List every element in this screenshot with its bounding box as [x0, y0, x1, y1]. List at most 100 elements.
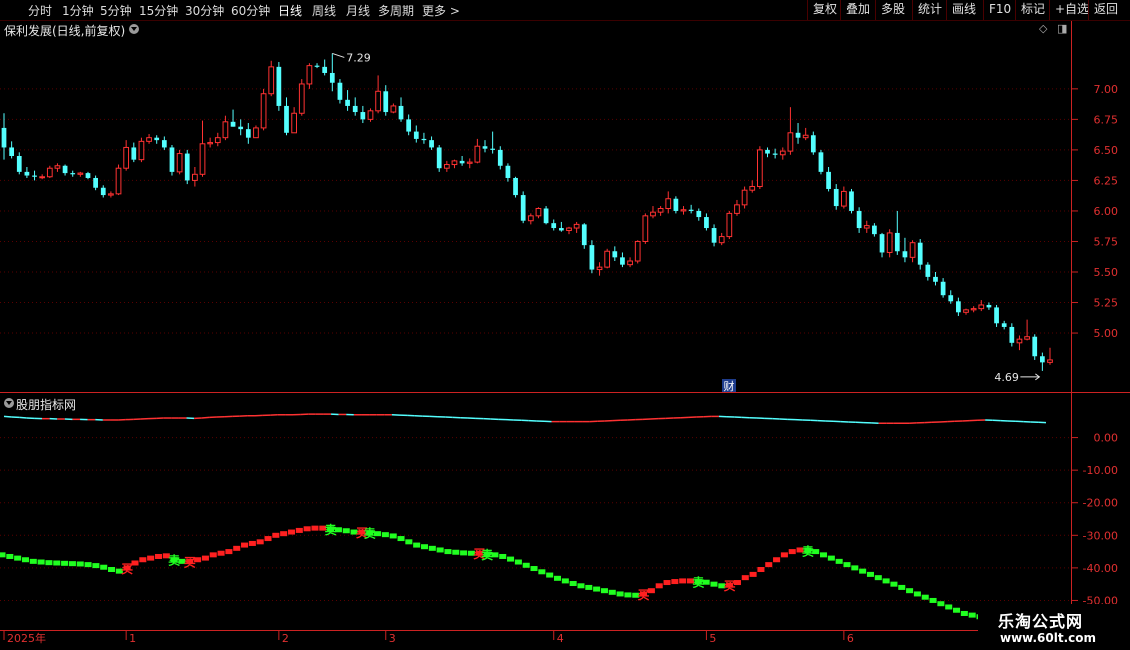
timeframe-2[interactable]: 5分钟: [100, 2, 132, 19]
toolbar-button-0[interactable]: 复权: [807, 0, 842, 20]
candle-body: [863, 225, 870, 229]
candle-body: [322, 66, 328, 73]
candle-body: [24, 171, 30, 176]
timeframe-7[interactable]: 周线: [312, 2, 336, 19]
candle-body: [573, 223, 580, 229]
ind-trend-block: [413, 542, 421, 548]
candle-body: [718, 236, 725, 244]
candle-body: [802, 134, 809, 139]
candle-body: [978, 304, 985, 310]
x-tick-label: 3: [389, 632, 396, 645]
candle-body: [146, 137, 152, 142]
candle-body: [1039, 356, 1045, 363]
ind-trend-block: [765, 562, 773, 568]
ind-trend-block: [29, 558, 37, 564]
candle-body: [886, 232, 893, 253]
ind-trend-block: [241, 542, 249, 548]
candle-body: [925, 264, 931, 277]
toolbar-button-1[interactable]: 叠加: [840, 0, 875, 20]
ind-upper-segment: [19, 416, 27, 419]
toolbar-button-6[interactable]: 标记: [1015, 0, 1050, 20]
diamond-icon[interactable]: ◇: [1039, 22, 1047, 35]
ind-trend-block: [780, 552, 788, 558]
candle-body: [741, 189, 748, 206]
candle-body: [291, 112, 297, 134]
ind-trend-block: [84, 562, 92, 568]
candle-body: [451, 160, 458, 166]
timeframe-4[interactable]: 30分钟: [185, 2, 224, 19]
timeframe-0[interactable]: 分时: [28, 2, 52, 19]
candle-body: [933, 276, 938, 282]
candle-body: [589, 245, 595, 270]
ind-trend-block: [45, 560, 53, 566]
candle-body: [490, 148, 496, 150]
ind-trend-block: [530, 566, 538, 572]
stock-menu-icon[interactable]: [129, 24, 139, 34]
ind-trend-block: [929, 597, 937, 603]
ind-tick-label: -30.00: [1083, 529, 1118, 542]
candle-body: [154, 137, 160, 141]
ind-trend-block: [906, 588, 914, 594]
ind-trend-block: [460, 550, 468, 556]
candle-body: [245, 129, 251, 138]
toolbar-button-2[interactable]: 多股: [875, 0, 910, 20]
panel-icon[interactable]: ◨: [1057, 22, 1067, 35]
candle-body: [711, 228, 717, 243]
x-tick-label: 4: [557, 632, 564, 645]
timeframe-9[interactable]: 多周期: [378, 2, 414, 19]
y-tick-label: 7.00: [1094, 83, 1119, 96]
candle-body: [253, 127, 259, 139]
ind-trend-block: [217, 550, 225, 556]
timeframe-10[interactable]: 更多: [422, 2, 460, 19]
candle-body: [917, 242, 923, 265]
buy-signal: 买: [121, 562, 133, 576]
candle-body: [772, 153, 778, 155]
candle-body: [413, 131, 419, 139]
ind-trend-block: [546, 572, 554, 578]
candle-body: [9, 147, 15, 156]
candle-body: [596, 266, 603, 271]
ind-trend-block: [827, 555, 835, 561]
candle-body: [1032, 336, 1038, 357]
candle-body: [222, 121, 229, 139]
ind-upper-segment: [201, 416, 210, 419]
timeframe-3[interactable]: 15分钟: [139, 2, 178, 19]
candle-body: [818, 152, 824, 172]
ind-tick-label: -20.00: [1083, 497, 1118, 510]
y-tick-label: 5.00: [1094, 327, 1119, 340]
candle-body: [948, 295, 954, 302]
candle-body: [138, 140, 145, 161]
timeframe-5[interactable]: 60分钟: [231, 2, 270, 19]
ind-trend-block: [882, 578, 890, 584]
indicator-menu-icon[interactable]: [4, 398, 14, 408]
ind-trend-block: [953, 607, 961, 613]
timeframe-1[interactable]: 1分钟: [62, 2, 94, 19]
ind-trend-block: [342, 528, 350, 534]
toolbar-button-8[interactable]: 返回: [1088, 0, 1123, 20]
ind-trend-block: [937, 601, 945, 607]
x-tick-label: 5: [709, 632, 716, 645]
ind-trend-block: [945, 604, 953, 610]
candle-body: [169, 147, 175, 172]
candle-body: [902, 251, 908, 258]
x-tick-label: 6: [847, 632, 854, 645]
high-label: 7.29: [346, 51, 371, 64]
candle-body: [70, 173, 76, 175]
candle-body: [367, 110, 374, 120]
candle-body: [238, 126, 244, 130]
timeframe-6[interactable]: 日线: [278, 2, 302, 19]
y-tick-label: 6.50: [1094, 144, 1119, 157]
candle-body: [558, 228, 564, 231]
candle-body: [909, 242, 916, 258]
timeframe-8[interactable]: 月线: [346, 2, 370, 19]
ind-trend-block: [154, 553, 163, 559]
ind-trend-block: [139, 557, 147, 563]
toolbar-button-4[interactable]: 画线: [946, 0, 981, 20]
candle-body: [390, 105, 397, 113]
ind-trend-block: [514, 559, 522, 565]
ind-trend-block: [397, 536, 405, 542]
toolbar-button-5[interactable]: F10: [983, 0, 1016, 20]
candle-body: [268, 66, 275, 95]
toolbar-button-3[interactable]: 统计: [912, 0, 947, 20]
candle-body: [963, 309, 969, 313]
